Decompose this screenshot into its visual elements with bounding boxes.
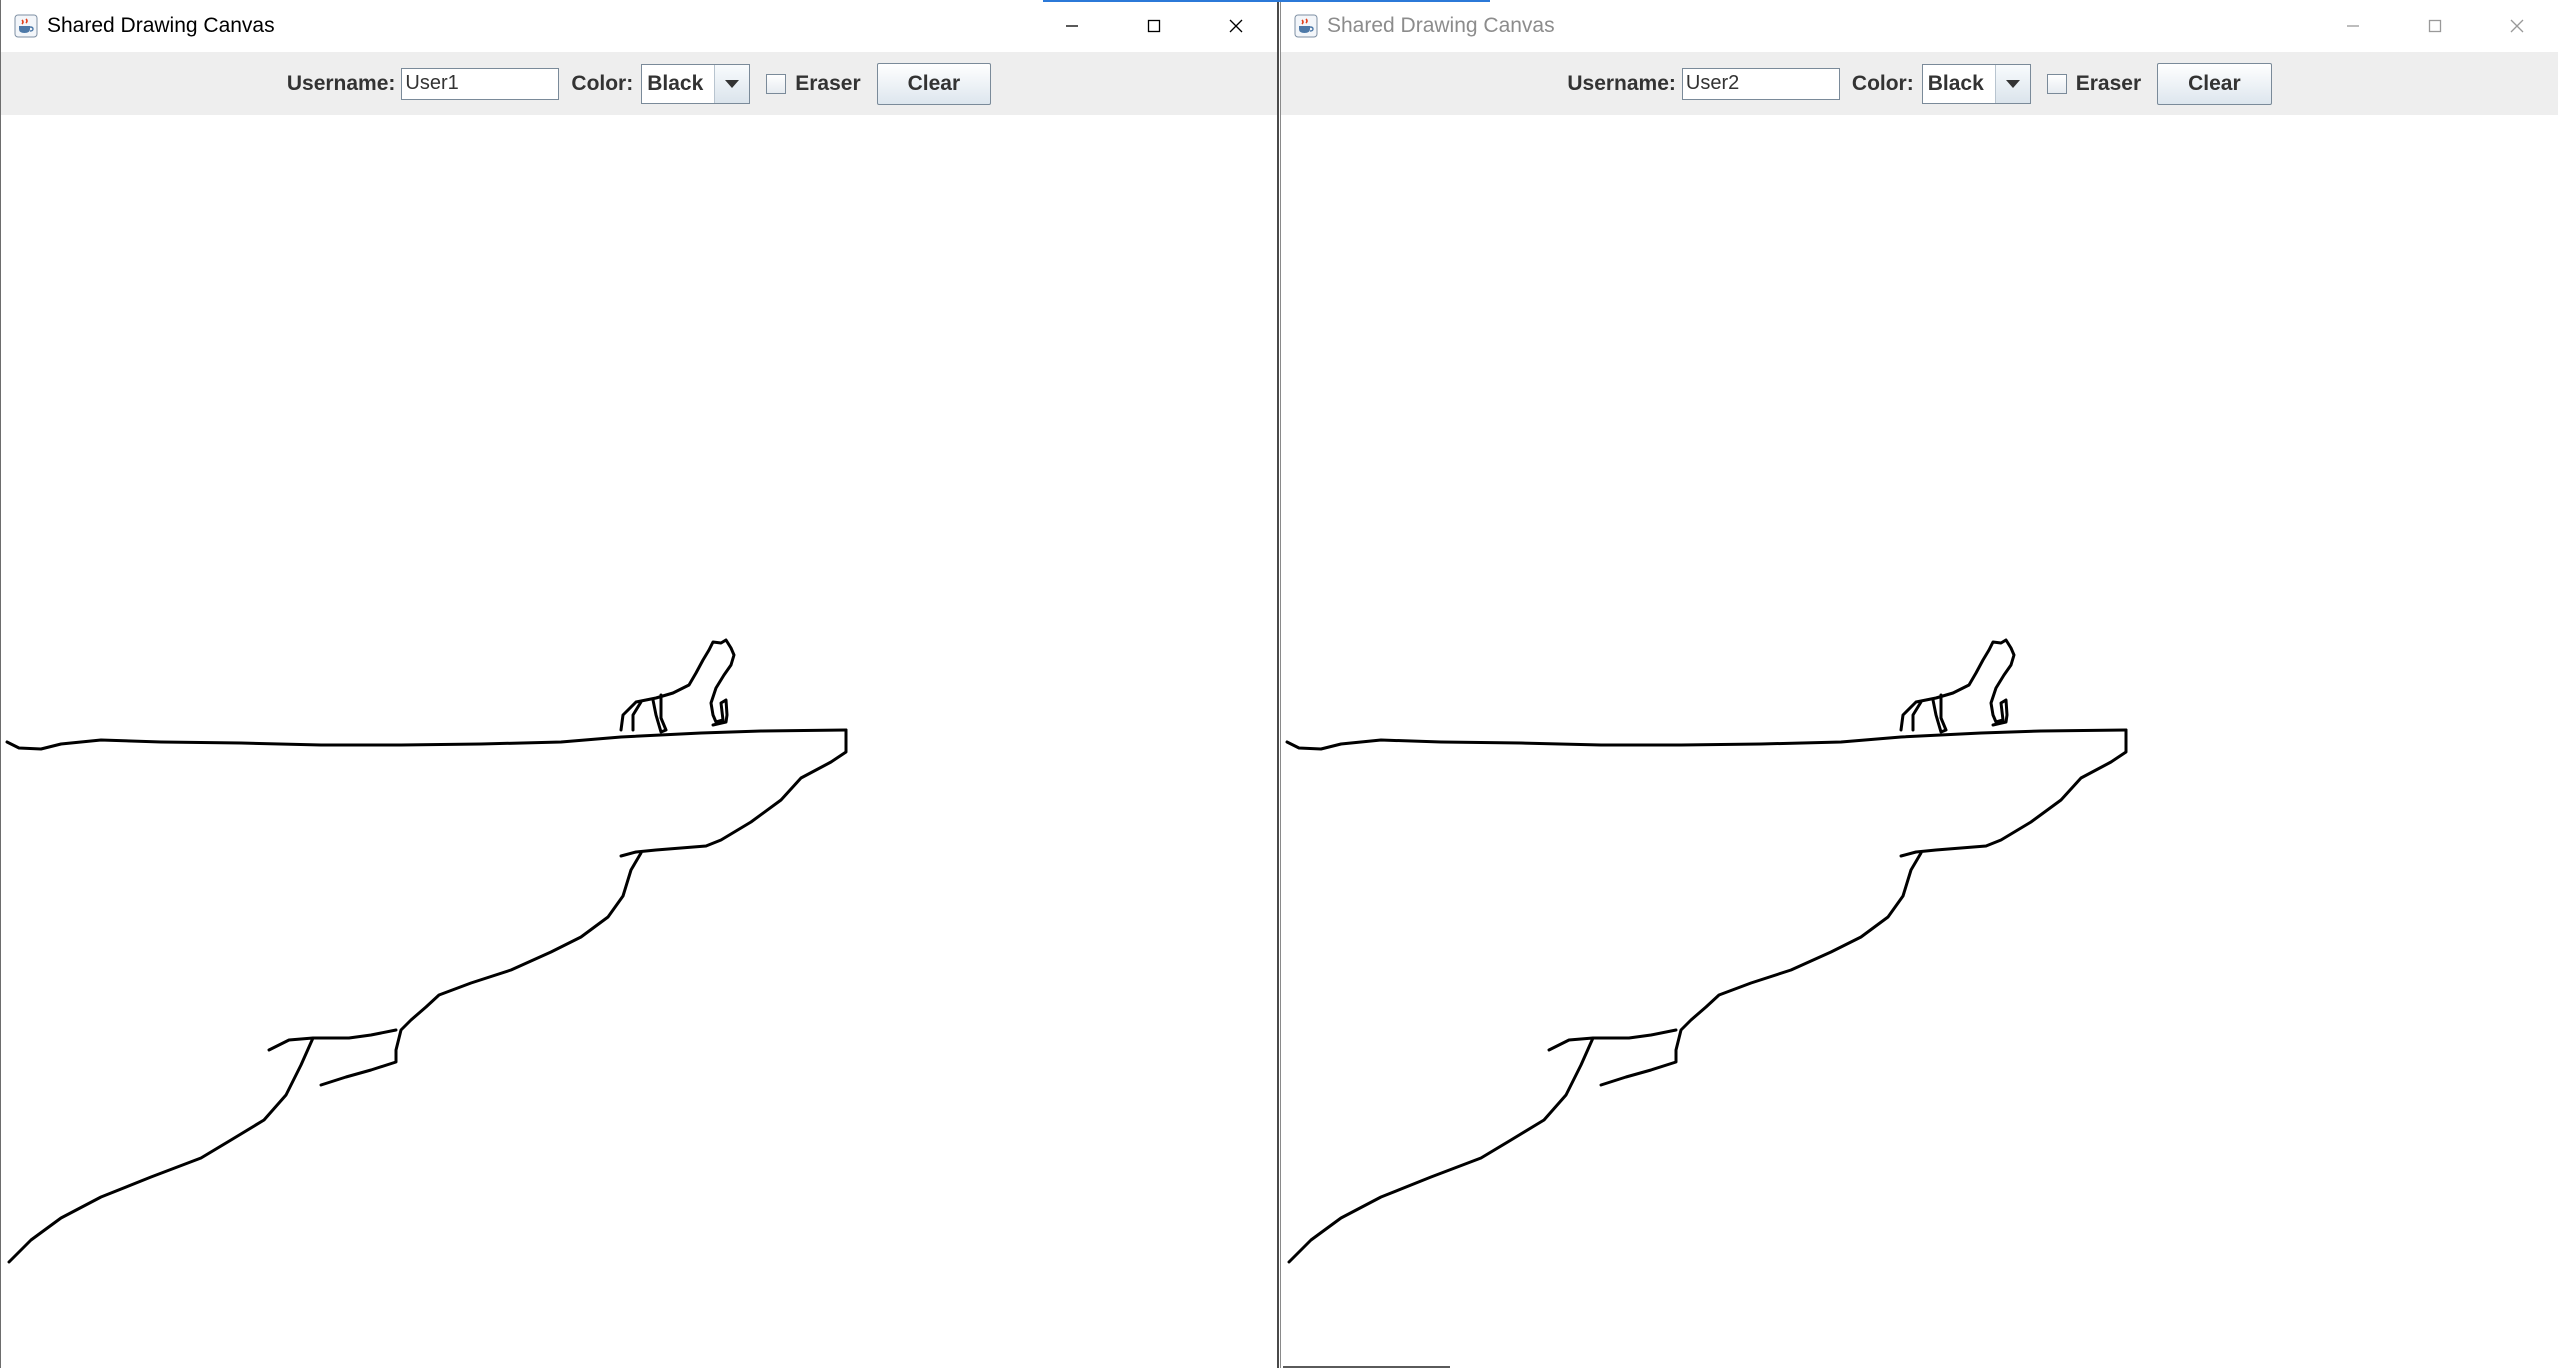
java-coffee-cup-icon [13,13,39,39]
drawing-canvas[interactable] [1,115,1277,1368]
eraser-checkbox[interactable] [766,73,787,94]
java-coffee-cup-icon [1293,13,1319,39]
dropdown-arrow-icon[interactable] [1996,65,2030,103]
close-icon [2510,19,2524,33]
minimize-icon [2347,25,2359,27]
wolf-outline [619,638,736,734]
cliff-face-upper [619,728,848,858]
cliff-face-upper [1899,728,2128,858]
window-title: Shared Drawing Canvas [1327,14,1555,37]
toolbar: Username: Color: Black Eraser Clear [1281,52,2558,115]
cliff-face-middle [1599,851,1923,1087]
username-input[interactable] [1681,67,1840,100]
maximize-icon [1147,19,1161,33]
eraser-toggle[interactable]: Eraser [2046,71,2142,96]
close-button[interactable] [2476,0,2558,52]
color-dropdown[interactable]: Black [641,63,751,104]
minimize-button[interactable] [1031,0,1113,52]
eraser-checkbox[interactable] [2046,73,2067,94]
active-window-accent [1043,0,1490,2]
cliff-top-line [1285,728,2128,751]
wolf-cliff-drawing [1285,638,2128,1264]
username-label: Username: [1567,71,1676,95]
window-title: Shared Drawing Canvas [47,14,275,37]
username-input[interactable] [401,67,560,100]
close-icon [1229,19,1243,33]
maximize-button[interactable] [1113,0,1195,52]
color-dropdown-value: Black [1922,64,1996,103]
color-label: Color: [1851,71,1914,95]
wolf-cliff-drawing [5,638,848,1264]
color-label: Color: [571,71,634,95]
maximize-icon [2428,19,2442,33]
window-user1: Shared Drawing Canvas Username: Color: B… [0,0,1279,1368]
clear-button[interactable]: Clear [2157,62,2272,105]
dropdown-arrow-icon[interactable] [715,65,749,103]
clear-button[interactable]: Clear [876,62,992,105]
cliff-ledge [1287,1028,1678,1264]
cliff-top-line [5,728,848,751]
wolf-outline [1899,638,2016,734]
title-bar[interactable]: Shared Drawing Canvas [1,0,1277,52]
drawing-canvas[interactable] [1281,115,2558,1368]
maximize-button[interactable] [2394,0,2476,52]
window-controls [2312,0,2558,52]
window-controls [1031,0,1277,52]
eraser-toggle[interactable]: Eraser [766,71,861,96]
username-label: Username: [286,71,396,95]
close-button[interactable] [1195,0,1277,52]
desktop: Shared Drawing Canvas Username: Color: B… [0,0,2558,1368]
minimize-icon [1066,25,1078,27]
cliff-face-middle [319,851,643,1087]
color-dropdown[interactable]: Black [1921,63,2031,104]
cliff-ledge [7,1028,398,1264]
eraser-label: Eraser [795,71,861,95]
color-dropdown-value: Black [642,64,716,103]
minimize-button[interactable] [2312,0,2394,52]
window-user2: Shared Drawing Canvas Username: Color: B… [1280,0,2558,1368]
toolbar: Username: Color: Black Eraser Clear [1,52,1277,115]
title-bar[interactable]: Shared Drawing Canvas [1281,0,2558,52]
eraser-label: Eraser [2075,71,2142,95]
